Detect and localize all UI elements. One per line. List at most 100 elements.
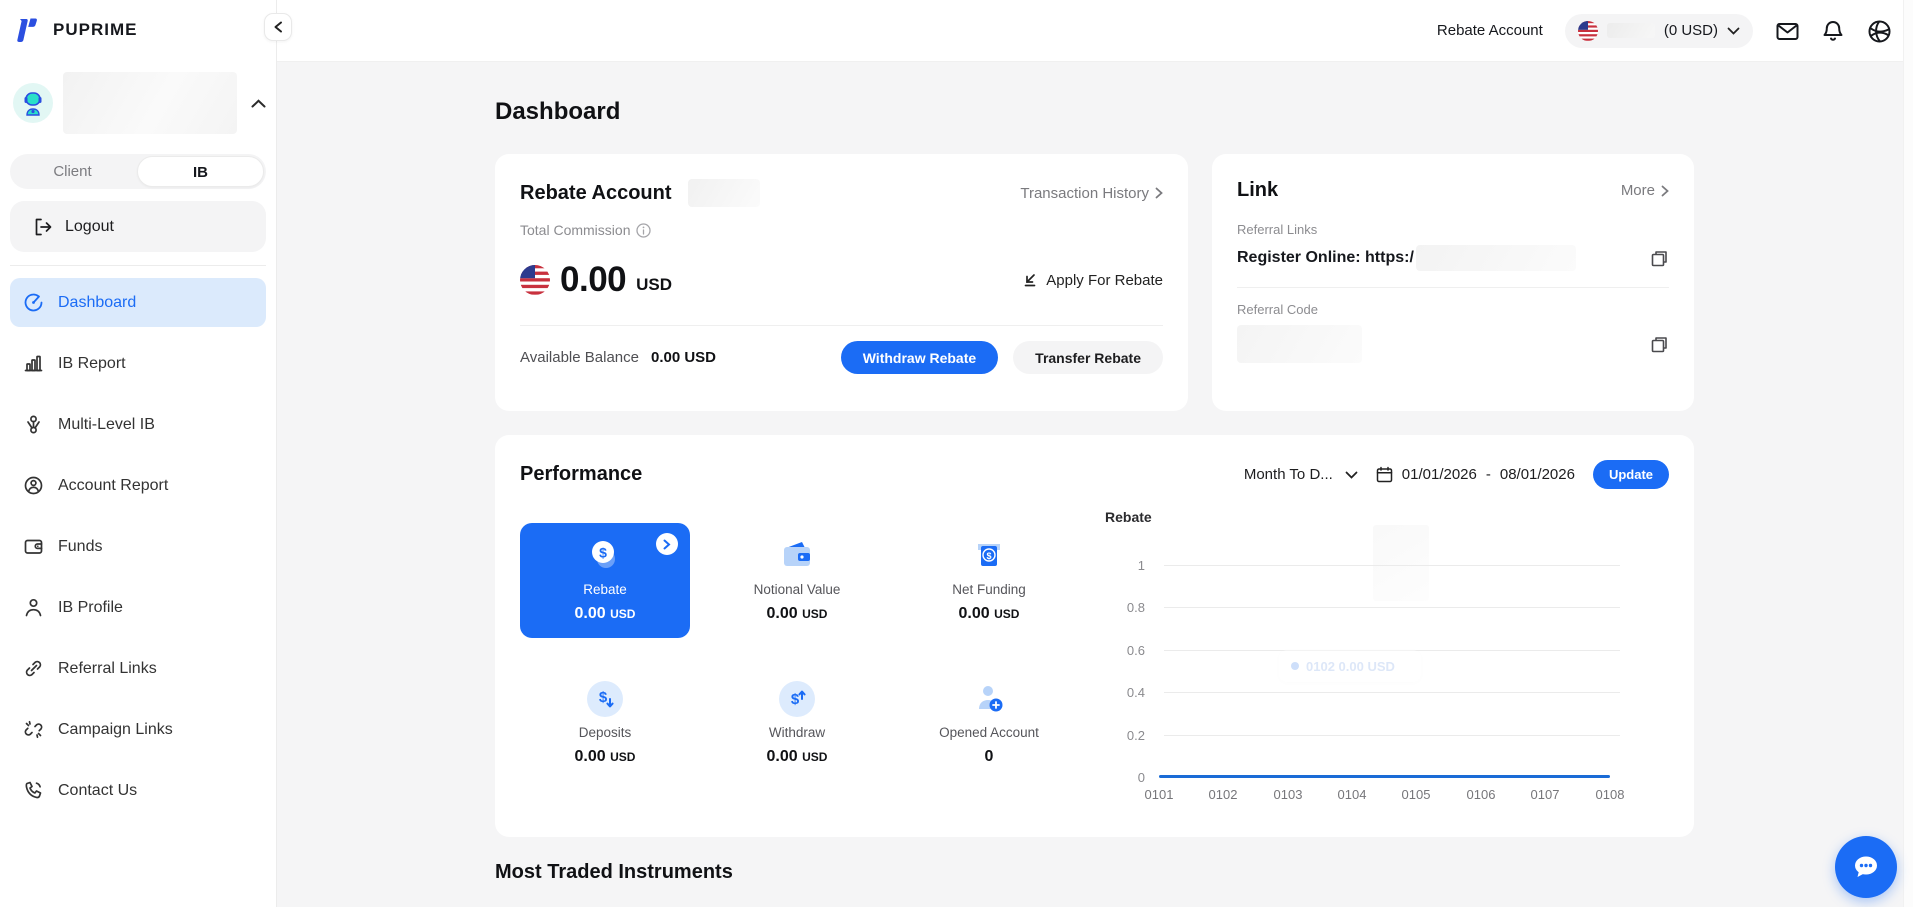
account-mode-toggle: Client IB xyxy=(10,154,266,189)
sidebar-divider xyxy=(10,265,266,266)
tab-ib[interactable]: IB xyxy=(137,156,264,187)
date-range[interactable]: 01/01/2026 - 08/01/2026 xyxy=(1376,466,1575,483)
sidebar-item-contact-us[interactable]: Contact Us xyxy=(10,766,266,815)
referral-link-value: Register Online: https:/ xyxy=(1237,249,1414,267)
card-divider xyxy=(1237,287,1669,288)
gridline xyxy=(1164,692,1620,693)
tile-withdraw[interactable]: $ Withdraw 0.00 USD xyxy=(712,666,882,781)
rebate-series-line xyxy=(1159,775,1610,778)
chat-widget-button[interactable] xyxy=(1835,836,1897,898)
info-icon[interactable] xyxy=(636,223,651,238)
chevron-down-icon xyxy=(1727,27,1740,35)
date-to: 08/01/2026 xyxy=(1500,466,1575,483)
tile-rebate[interactable]: $ Rebate 0.00 USD xyxy=(520,523,690,638)
most-traded-title: Most Traded Instruments xyxy=(495,861,1694,884)
sidebar-item-account-report[interactable]: Account Report xyxy=(10,461,266,510)
referral-links-label: Referral Links xyxy=(1237,222,1669,237)
tooltip-dot-icon xyxy=(1291,662,1299,670)
chevron-down-icon xyxy=(1345,471,1358,479)
rebate-account-id-redacted xyxy=(688,179,760,207)
puprime-logo-icon xyxy=(14,15,44,45)
brand-name: PUPRIME xyxy=(53,20,137,40)
net-funding-icon: $ xyxy=(970,538,1008,574)
ib-profile-icon xyxy=(23,597,44,618)
multi-level-ib-icon xyxy=(23,414,44,435)
svg-text:$: $ xyxy=(599,545,607,561)
date-from: 01/01/2026 xyxy=(1402,466,1477,483)
transfer-rebate-button[interactable]: Transfer Rebate xyxy=(1013,341,1163,374)
y-tick: 0.4 xyxy=(1075,685,1145,700)
copy-referral-link-icon[interactable] xyxy=(1650,249,1669,268)
us-flag-icon xyxy=(1578,21,1598,41)
sidebar-item-funds[interactable]: Funds xyxy=(10,522,266,571)
tile-deposits[interactable]: $ Deposits 0.00 USD xyxy=(520,666,690,781)
campaign-links-icon xyxy=(23,719,44,740)
calendar-icon xyxy=(1376,466,1393,483)
tile-net-funding[interactable]: $ Net Funding 0.00 USD xyxy=(904,523,1074,638)
link-card: Link More Referral Links Register Online… xyxy=(1212,154,1694,411)
apply-for-rebate-link[interactable]: Apply For Rebate xyxy=(1022,272,1163,289)
tab-client[interactable]: Client xyxy=(10,156,135,187)
total-commission-currency: USD xyxy=(636,275,672,295)
available-balance-value: 0.00 USD xyxy=(651,349,716,366)
update-button[interactable]: Update xyxy=(1593,460,1669,489)
chat-bubble-icon xyxy=(1851,853,1881,881)
sidebar-item-ib-report[interactable]: IB Report xyxy=(10,339,266,388)
chart-tooltip-ghost: 0102 0.00 USD xyxy=(1279,650,1421,682)
ib-report-icon xyxy=(23,353,44,374)
withdraw-rebate-button[interactable]: Withdraw Rebate xyxy=(841,341,998,374)
transaction-history-link[interactable]: Transaction History xyxy=(1020,185,1163,202)
rebate-account-label: Rebate Account xyxy=(1437,22,1543,39)
referral-link-redacted xyxy=(1416,245,1576,271)
user-summary[interactable] xyxy=(13,72,266,134)
card-divider xyxy=(520,325,1163,326)
x-tick: 0104 xyxy=(1338,787,1367,802)
sidebar-item-label: Funds xyxy=(58,538,102,556)
gridline xyxy=(1164,607,1620,608)
sidebar: PUPRIME Client IB Logout xyxy=(0,0,277,907)
chevron-up-icon[interactable] xyxy=(251,99,266,108)
sidebar-item-referral-links[interactable]: Referral Links xyxy=(10,644,266,693)
rebate-account-card: Rebate Account Transaction History Total… xyxy=(495,154,1188,411)
sidebar-collapse-button[interactable] xyxy=(264,13,292,41)
date-range-select[interactable]: Month To D... xyxy=(1244,466,1358,483)
logout-button[interactable]: Logout xyxy=(10,201,266,252)
chart-title: Rebate xyxy=(1105,509,1152,525)
sidebar-item-ib-profile[interactable]: IB Profile xyxy=(10,583,266,632)
logout-icon xyxy=(33,217,53,237)
performance-title: Performance xyxy=(520,463,642,486)
page-title: Dashboard xyxy=(495,98,1913,126)
contact-us-icon xyxy=(23,780,44,801)
sidebar-item-campaign-links[interactable]: Campaign Links xyxy=(10,705,266,754)
account-selector[interactable]: (0 USD) xyxy=(1565,14,1753,48)
rebate-chart: Rebate 1 0.8 0.6 0.4 0.2 0 0102 0.00 USD xyxy=(1075,495,1670,825)
performance-card: Performance Month To D... 01/01/2026 - 0… xyxy=(495,435,1694,837)
page-scrollbar[interactable] xyxy=(1903,0,1913,907)
tile-opened-account[interactable]: Opened Account 0 xyxy=(904,666,1074,781)
rebate-card-title: Rebate Account xyxy=(520,182,672,205)
svg-text:$: $ xyxy=(986,551,991,561)
user-name-redacted xyxy=(63,72,237,134)
chevron-right-icon xyxy=(1661,185,1669,197)
x-tick: 0107 xyxy=(1531,787,1560,802)
tile-notional-value[interactable]: Notional Value 0.00 USD xyxy=(712,523,882,638)
referral-links-icon xyxy=(23,658,44,679)
dashboard-icon xyxy=(23,292,44,313)
mail-icon[interactable] xyxy=(1775,19,1799,43)
more-link[interactable]: More xyxy=(1621,182,1669,199)
globe-icon[interactable] xyxy=(1867,19,1891,43)
referral-code-label: Referral Code xyxy=(1237,302,1669,317)
sidebar-item-dashboard[interactable]: Dashboard xyxy=(10,278,266,327)
sidebar-item-label: IB Profile xyxy=(58,599,123,617)
topbar: Rebate Account (0 USD) xyxy=(277,0,1913,62)
copy-referral-code-icon[interactable] xyxy=(1650,335,1669,354)
tile-arrow-icon[interactable] xyxy=(656,533,678,555)
referral-code-redacted xyxy=(1237,325,1362,363)
apply-rebate-icon xyxy=(1022,272,1038,288)
sidebar-item-label: Campaign Links xyxy=(58,721,173,739)
sidebar-item-multi-level-ib[interactable]: Multi-Level IB xyxy=(10,400,266,449)
performance-tiles: $ Rebate 0.00 USD N xyxy=(520,523,1074,781)
bell-icon[interactable] xyxy=(1821,19,1845,43)
y-tick: 0.6 xyxy=(1075,643,1145,658)
main-area: Rebate Account (0 USD) xyxy=(277,0,1913,907)
